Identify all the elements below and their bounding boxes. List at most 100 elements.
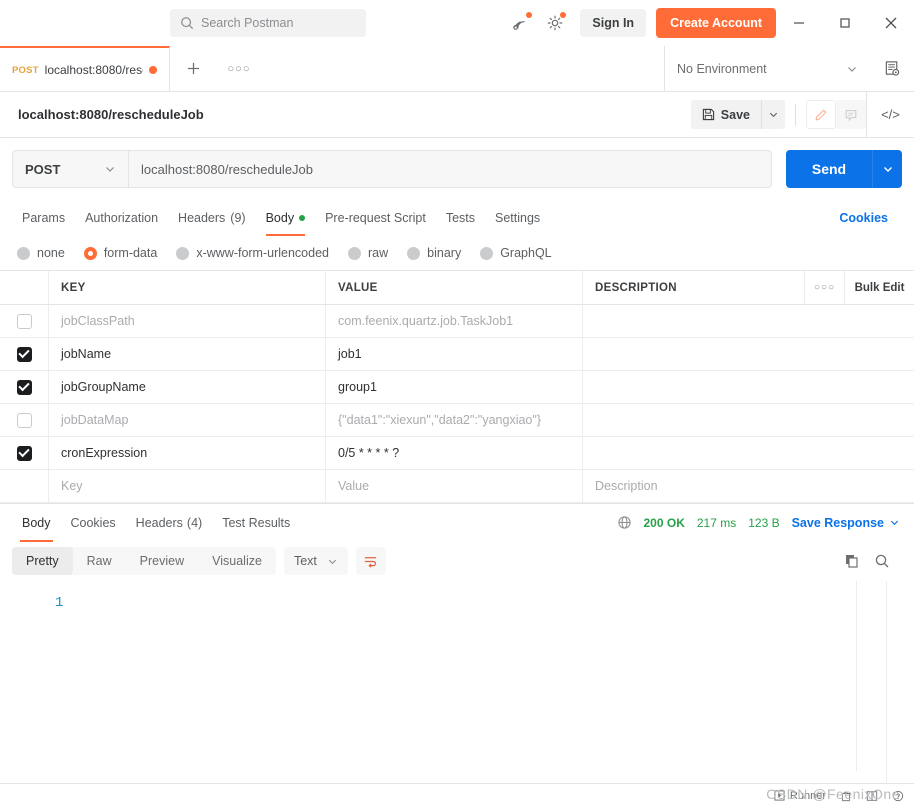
row-description[interactable] [582, 404, 914, 436]
row-description-placeholder[interactable]: Description [582, 470, 914, 502]
tab-settings[interactable]: Settings [485, 200, 550, 236]
send-button-group: Send [786, 150, 902, 188]
view-mode-pretty[interactable]: Pretty [12, 547, 73, 575]
url-input[interactable]: localhost:8080/rescheduleJob [128, 150, 772, 188]
search-icon[interactable] [874, 553, 890, 569]
save-button[interactable]: Save [690, 100, 761, 129]
save-response-button[interactable]: Save Response [792, 516, 900, 530]
send-button[interactable]: Send [786, 150, 872, 188]
maximize-icon[interactable] [822, 0, 868, 46]
response-tab-test-results[interactable]: Test Results [212, 504, 300, 542]
close-icon[interactable] [868, 0, 914, 46]
row-description[interactable] [582, 338, 914, 370]
tab-params[interactable]: Params [12, 200, 75, 236]
view-mode-preview[interactable]: Preview [126, 547, 198, 575]
tab-pre-request-script[interactable]: Pre-request Script [315, 200, 436, 236]
trash-icon[interactable] [840, 790, 852, 802]
satellite-badge [526, 12, 533, 18]
open-request-tab[interactable]: POST localhost:8080/resch [0, 46, 170, 92]
response-scrollbar[interactable] [856, 581, 857, 771]
status-code: 200 OK [643, 515, 685, 530]
radio-icon [407, 246, 421, 260]
code-snippet-icon[interactable]: </> [866, 91, 914, 138]
row-description[interactable] [582, 437, 914, 469]
response-tab-body[interactable]: Body [12, 504, 61, 542]
body-type-none[interactable]: none [12, 246, 65, 260]
row-value[interactable]: 0/5 * * * * ? [325, 437, 582, 469]
row-key-placeholder[interactable]: Key [48, 470, 325, 502]
body-type-binary[interactable]: binary [402, 246, 461, 260]
satellite-icon[interactable] [504, 6, 538, 40]
edit-request-button[interactable] [806, 100, 836, 129]
two-pane-icon[interactable] [866, 790, 878, 802]
row-checkbox[interactable] [0, 305, 48, 337]
row-key[interactable]: jobDataMap [48, 404, 325, 436]
http-method-select[interactable]: POST [12, 150, 128, 188]
response-body[interactable]: 1 [0, 581, 914, 783]
cookies-link[interactable]: Cookies [839, 211, 902, 225]
tab-tests[interactable]: Tests [436, 200, 485, 236]
tab-headers[interactable]: Headers (9) [168, 200, 256, 236]
runner-button[interactable]: Runner [774, 790, 826, 802]
row-description[interactable] [582, 371, 914, 403]
status-bar: Runner [0, 783, 914, 807]
response-time: 217 ms [696, 515, 737, 530]
new-tab-button[interactable] [170, 46, 216, 91]
row-checkbox[interactable] [0, 338, 48, 370]
row-key[interactable]: cronExpression [48, 437, 325, 469]
body-type-graphql[interactable]: GraphQL [475, 246, 552, 260]
row-value[interactable]: job1 [325, 338, 582, 370]
line-number: 1 [55, 595, 64, 611]
row-key[interactable]: jobName [48, 338, 325, 370]
tab-body[interactable]: Body [256, 200, 316, 236]
comment-button[interactable] [836, 100, 866, 129]
bulk-edit-button[interactable]: Bulk Edit [844, 271, 914, 304]
body-type-form-data[interactable]: form-data [79, 246, 157, 260]
table-row[interactable]: jobName job1 [0, 338, 914, 371]
row-key[interactable]: jobClassPath [48, 305, 325, 337]
row-checkbox[interactable] [0, 371, 48, 403]
tab-authorization[interactable]: Authorization [75, 200, 168, 236]
save-options-button[interactable] [761, 100, 785, 129]
radio-icon [348, 246, 361, 260]
row-checkbox[interactable] [0, 404, 48, 436]
method-label: POST [25, 161, 61, 177]
search-input[interactable]: Search Postman [170, 9, 366, 37]
copy-icon[interactable] [844, 553, 860, 569]
row-value[interactable]: group1 [325, 371, 582, 403]
sign-in-button[interactable]: Sign In [580, 9, 647, 37]
row-value[interactable]: {"data1":"xiexun","data2":"yangxiao"} [325, 404, 582, 436]
response-tab-headers[interactable]: Headers (4) [126, 504, 213, 542]
body-type-raw[interactable]: raw [343, 246, 388, 260]
response-tab-cookies[interactable]: Cookies [61, 504, 126, 542]
row-value-placeholder[interactable]: Value [325, 470, 582, 502]
table-row[interactable]: cronExpression 0/5 * * * * ? [0, 437, 914, 470]
gear-icon[interactable] [538, 6, 572, 40]
table-row-empty[interactable]: Key Value Description [0, 470, 914, 503]
body-type-x-www-form-urlencoded[interactable]: x-www-form-urlencoded [171, 246, 329, 260]
table-row[interactable]: jobGroupName group1 [0, 371, 914, 404]
tab-options-icon[interactable]: ○○○ [216, 46, 262, 91]
view-mode-raw[interactable]: Raw [73, 547, 126, 575]
tab-label: Tests [445, 211, 475, 225]
row-key[interactable]: jobGroupName [48, 371, 325, 403]
environment-selector[interactable]: No Environment [665, 46, 870, 91]
table-row[interactable]: jobClassPath com.feenix.quartz.job.TaskJ… [0, 305, 914, 338]
row-description[interactable] [582, 305, 914, 337]
row-checkbox[interactable] [0, 437, 48, 469]
response-tabs: Body Cookies Headers (4) Test Results 20… [0, 503, 914, 542]
row-value[interactable]: com.feenix.quartz.job.TaskJob1 [325, 305, 582, 337]
word-wrap-icon[interactable] [355, 547, 386, 575]
environment-quick-look-icon[interactable] [870, 46, 914, 91]
send-options-button[interactable] [872, 150, 902, 188]
minimize-icon[interactable] [776, 0, 822, 46]
table-options-icon[interactable]: ○○○ [804, 271, 844, 304]
create-account-button[interactable]: Create Account [656, 8, 776, 38]
response-format-select[interactable]: Text [283, 547, 348, 575]
table-row[interactable]: jobDataMap {"data1":"xiexun","data2":"ya… [0, 404, 914, 437]
tab-label: Settings [495, 211, 541, 225]
help-icon[interactable] [892, 790, 904, 802]
url-bar: POST localhost:8080/rescheduleJob Send [0, 138, 914, 200]
response-view-toolbar: Pretty Raw Preview Visualize Text [0, 541, 914, 581]
view-mode-visualize[interactable]: Visualize [198, 547, 276, 575]
